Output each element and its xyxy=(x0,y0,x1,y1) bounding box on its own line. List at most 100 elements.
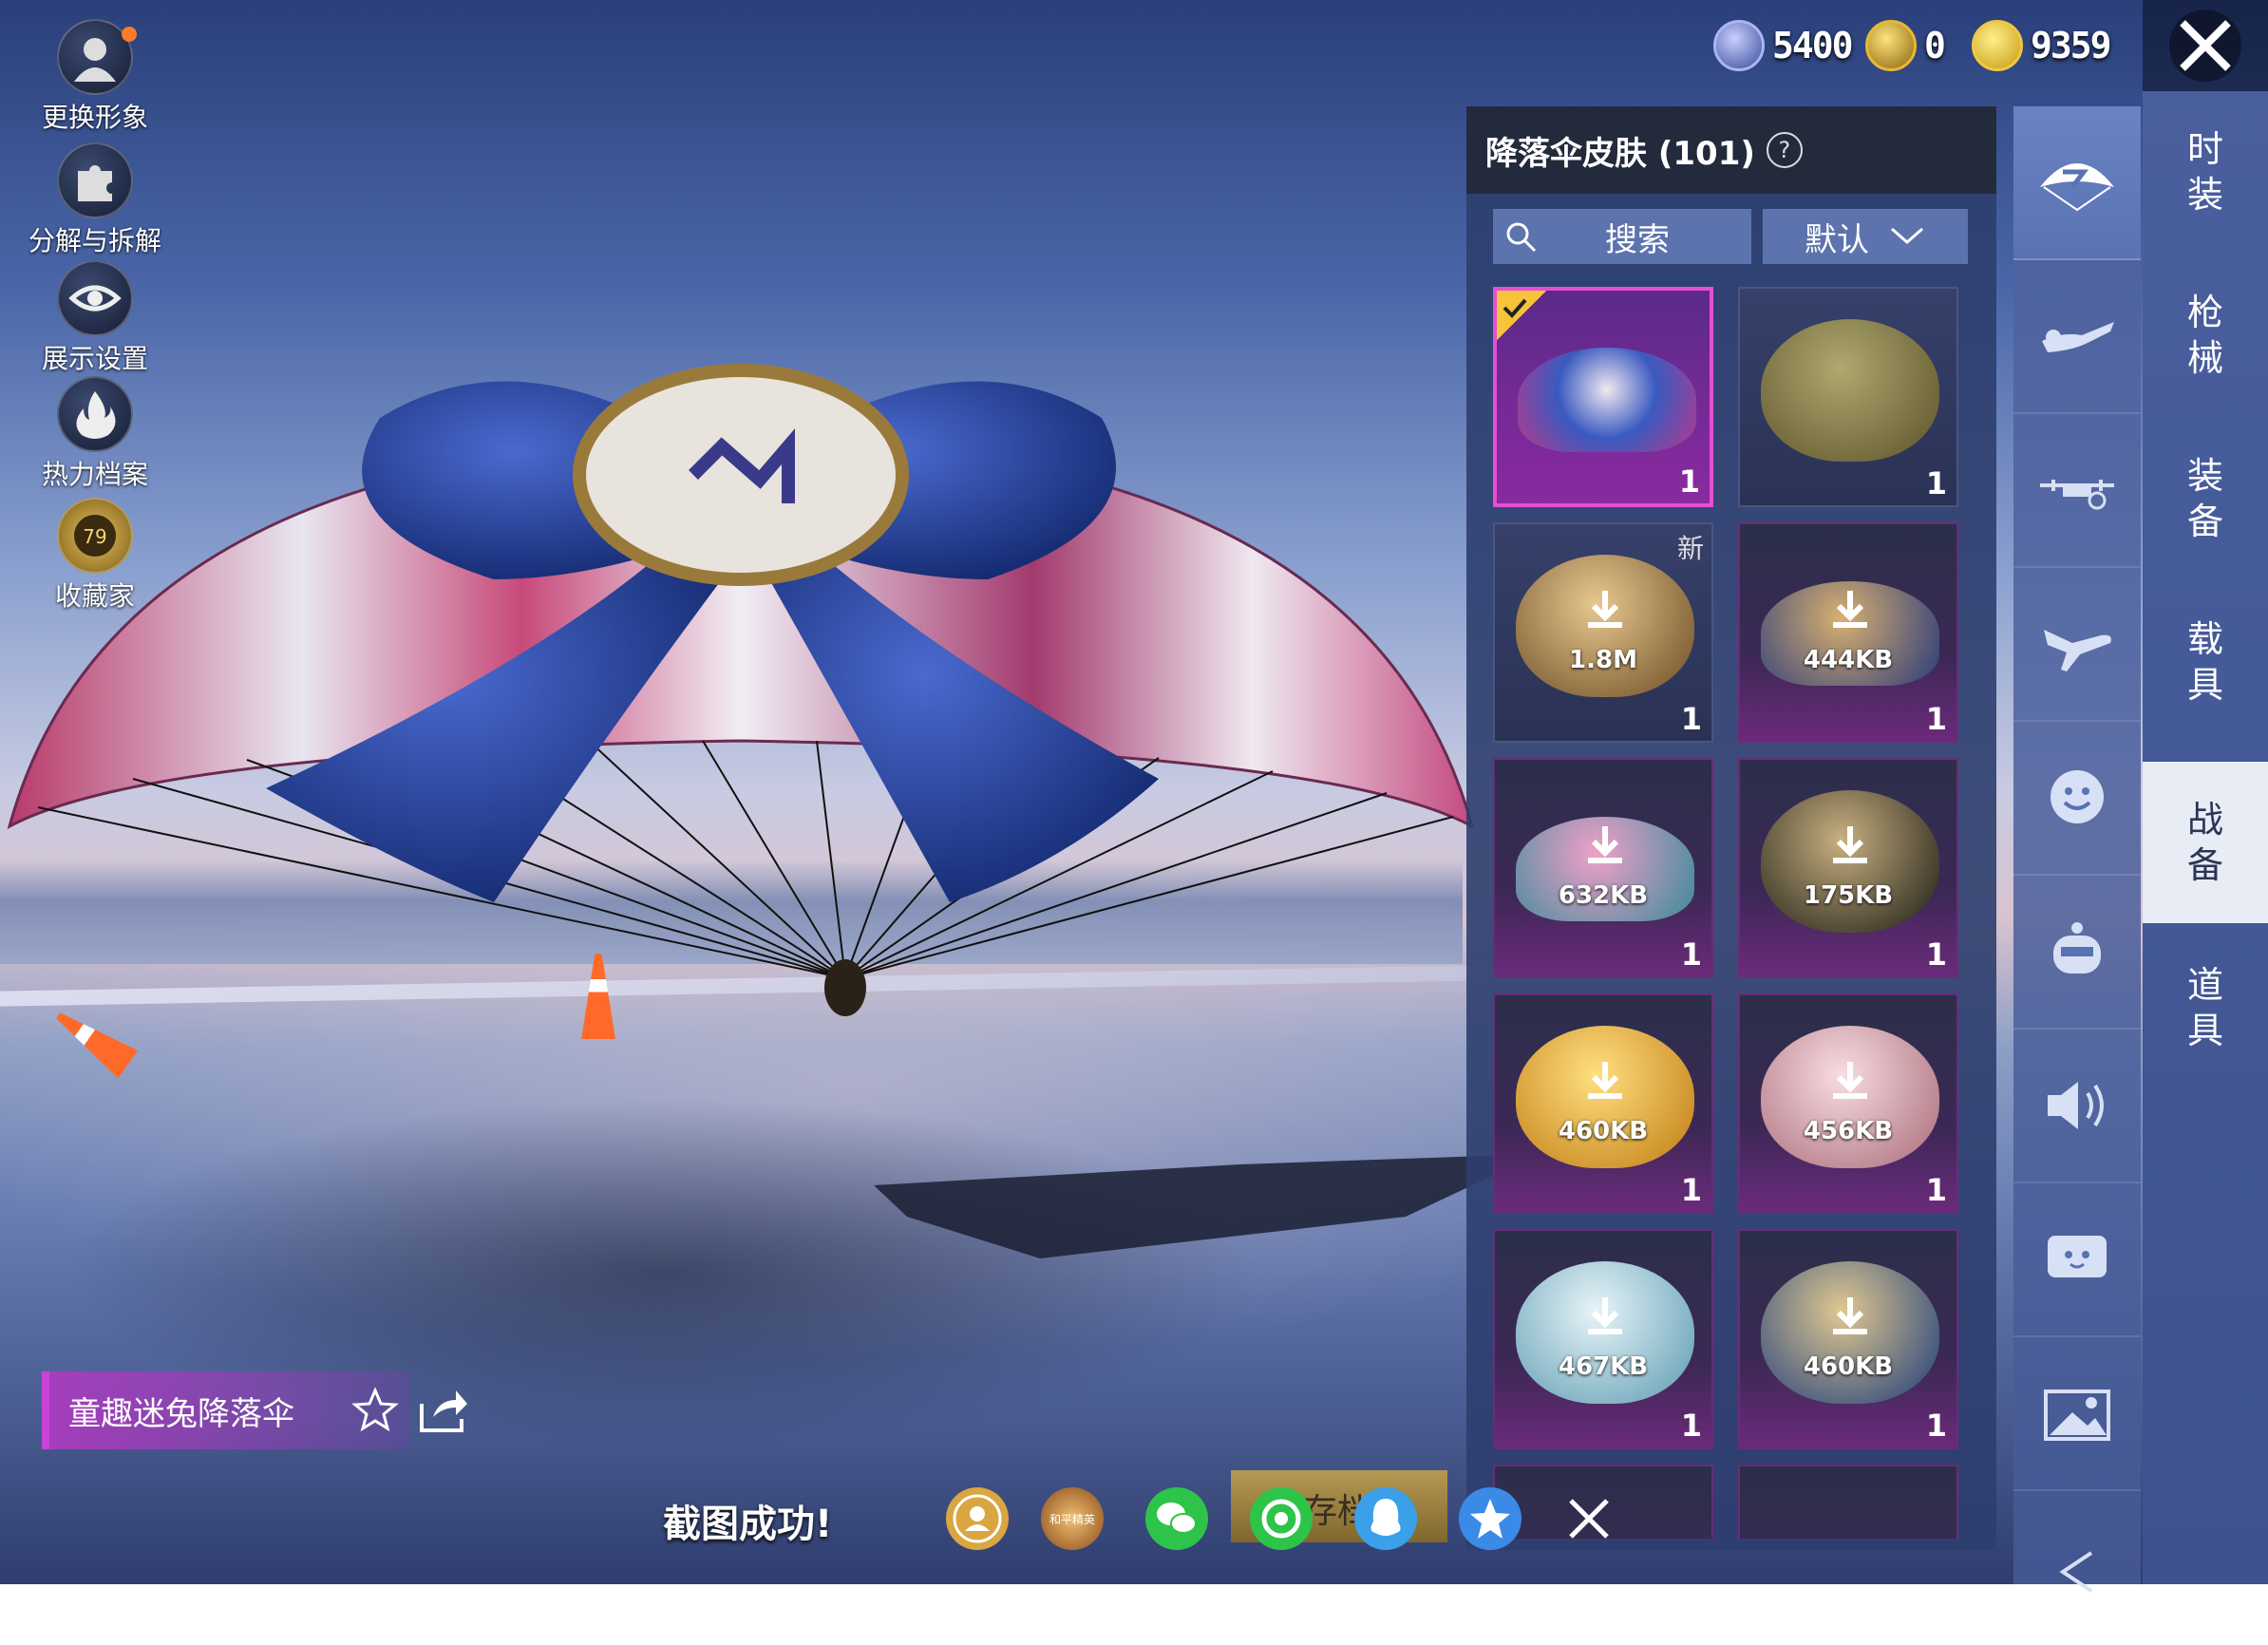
favorite-star-icon[interactable] xyxy=(351,1387,399,1434)
share-qzone-button[interactable] xyxy=(1459,1487,1521,1550)
item-count: 1 xyxy=(1680,1408,1702,1444)
game-logo-icon: 和平精英 xyxy=(1049,1513,1095,1526)
item-count: 1 xyxy=(1925,701,1947,737)
menu-label: 分解与拆解 xyxy=(28,225,161,256)
download-size: 1.8M xyxy=(1569,646,1637,674)
notification-dot xyxy=(122,27,137,42)
download-icon xyxy=(1588,826,1622,863)
download-size: 456KB xyxy=(1803,1117,1894,1145)
tab-parachute[interactable] xyxy=(2013,106,2141,260)
item-card[interactable] xyxy=(1738,1465,1958,1539)
currency-token: 5400 xyxy=(1713,17,1854,74)
sort-dropdown[interactable]: 默认 xyxy=(1763,209,1968,264)
item-card[interactable]: 1 xyxy=(1738,287,1958,507)
download-size: 632KB xyxy=(1558,881,1649,910)
panel-title: 降落伞皮肤 (101) xyxy=(1485,134,1755,173)
category-icon-tabs xyxy=(2013,106,2141,1645)
drone-icon xyxy=(2040,480,2114,510)
item-count: 1 xyxy=(1925,1172,1947,1208)
chevron-down-icon xyxy=(1891,227,1923,244)
display-settings-button[interactable]: 展示设置 xyxy=(19,260,171,376)
download-size: 460KB xyxy=(1803,1352,1894,1381)
currency-value: 0 xyxy=(1924,25,1946,66)
download-icon xyxy=(1588,1062,1622,1099)
item-name: 童趣迷兔降落伞 xyxy=(68,1394,294,1433)
share-wechat-button[interactable] xyxy=(1145,1487,1208,1550)
parachute-icon xyxy=(2040,163,2114,212)
search-icon xyxy=(1506,222,1537,253)
download-icon xyxy=(1833,1062,1867,1099)
avatar-icon xyxy=(57,19,137,95)
currency-gold: 0 xyxy=(1865,17,1946,74)
chat-bubble-icon xyxy=(2048,1236,2107,1277)
lightning-coin-icon xyxy=(1972,20,2023,71)
dismantle-button[interactable]: 分解与拆解 xyxy=(19,142,171,258)
item-count: 1 xyxy=(1680,936,1702,973)
item-card[interactable]: 456KB 1 xyxy=(1738,993,1958,1214)
moments-icon xyxy=(1261,1499,1301,1539)
share-avatar-button[interactable] xyxy=(946,1487,1009,1550)
tab-companion[interactable] xyxy=(2013,876,2141,1030)
share-game-button[interactable]: 和平精英 xyxy=(1041,1487,1104,1550)
share-icon[interactable] xyxy=(418,1387,469,1434)
puzzle-icon xyxy=(57,142,133,218)
item-count: 1 xyxy=(1925,1408,1947,1444)
item-card[interactable]: 1.8M 新 1 xyxy=(1493,522,1713,743)
tab-vehicles[interactable]: 载具 xyxy=(2143,581,2268,743)
tab-fashion[interactable]: 时装 xyxy=(2143,91,2268,253)
game-logo-label: 和平精英 xyxy=(1049,1513,1095,1526)
tab-weapons[interactable]: 枪械 xyxy=(2143,255,2268,416)
download-icon xyxy=(1588,1297,1622,1334)
share-qq-button[interactable] xyxy=(1354,1487,1417,1550)
heat-archive-button[interactable]: 热力档案 xyxy=(19,376,171,492)
change-appearance-button[interactable]: 更换形象 xyxy=(19,19,171,135)
emote-face-icon xyxy=(2051,770,2104,823)
tab-label: 道具 xyxy=(2186,964,2223,1051)
item-card[interactable]: 444KB 1 xyxy=(1738,522,1958,743)
item-count: 1 xyxy=(1680,1172,1702,1208)
tab-combat-gear[interactable]: 战备 xyxy=(2143,762,2268,923)
panel-header: 降落伞皮肤 (101) ? xyxy=(1466,106,1996,194)
skydiver-icon xyxy=(2042,322,2114,352)
download-icon xyxy=(1588,591,1622,628)
item-card[interactable]: 1 xyxy=(1493,287,1713,507)
help-icon[interactable]: ? xyxy=(1766,132,1803,168)
tab-props[interactable]: 道具 xyxy=(2143,927,2268,1088)
tab-more[interactable] xyxy=(2013,1491,2141,1645)
close-button[interactable] xyxy=(2143,0,2268,91)
toast-close-button[interactable] xyxy=(1558,1487,1620,1550)
menu-label: 热力档案 xyxy=(41,459,148,490)
item-card[interactable]: 175KB 1 xyxy=(1738,758,1958,978)
currency-value: 5400 xyxy=(1772,25,1854,66)
screenshot-success-text: 截图成功! xyxy=(663,1503,833,1546)
main-category-tabs: 时装 枪械 装备 载具 战备 道具 xyxy=(2143,91,2268,1584)
selected-check-icon xyxy=(1497,291,1546,340)
token-coin-icon xyxy=(1713,20,1765,71)
tab-label: 时装 xyxy=(2186,128,2223,216)
tab-skydive[interactable] xyxy=(2013,260,2141,414)
item-card[interactable]: 467KB 1 xyxy=(1493,1229,1713,1449)
search-button[interactable]: 搜索 xyxy=(1493,209,1751,264)
picture-icon xyxy=(2044,1390,2110,1441)
item-grid: 1 1 1.8M 新 1 444KB 1 632KB 1 175KB 1 460… xyxy=(1493,287,1968,1539)
currency-lightning: 9359 xyxy=(1972,17,2112,74)
tab-gallery[interactable] xyxy=(2013,1337,2141,1491)
collector-button[interactable]: 79 收藏家 xyxy=(19,498,171,614)
item-card[interactable]: 460KB 1 xyxy=(1738,1229,1958,1449)
download-size: 175KB xyxy=(1803,881,1894,910)
tab-chat[interactable] xyxy=(2013,1183,2141,1337)
tab-drone[interactable] xyxy=(2013,414,2141,568)
share-moments-button[interactable] xyxy=(1250,1487,1313,1550)
tab-plane[interactable] xyxy=(2013,568,2141,722)
tab-voice[interactable] xyxy=(2013,1030,2141,1183)
tab-emote[interactable] xyxy=(2013,722,2141,876)
tab-label: 载具 xyxy=(2186,618,2223,706)
download-size: 460KB xyxy=(1558,1117,1649,1145)
robot-icon xyxy=(2053,922,2101,974)
new-tag: 新 xyxy=(1676,533,1704,564)
item-count: 1 xyxy=(1678,463,1700,500)
item-card[interactable]: 460KB 1 xyxy=(1493,993,1713,1214)
download-size: 467KB xyxy=(1558,1352,1649,1381)
item-card[interactable]: 632KB 1 xyxy=(1493,758,1713,978)
tab-equipment[interactable]: 装备 xyxy=(2143,418,2268,579)
